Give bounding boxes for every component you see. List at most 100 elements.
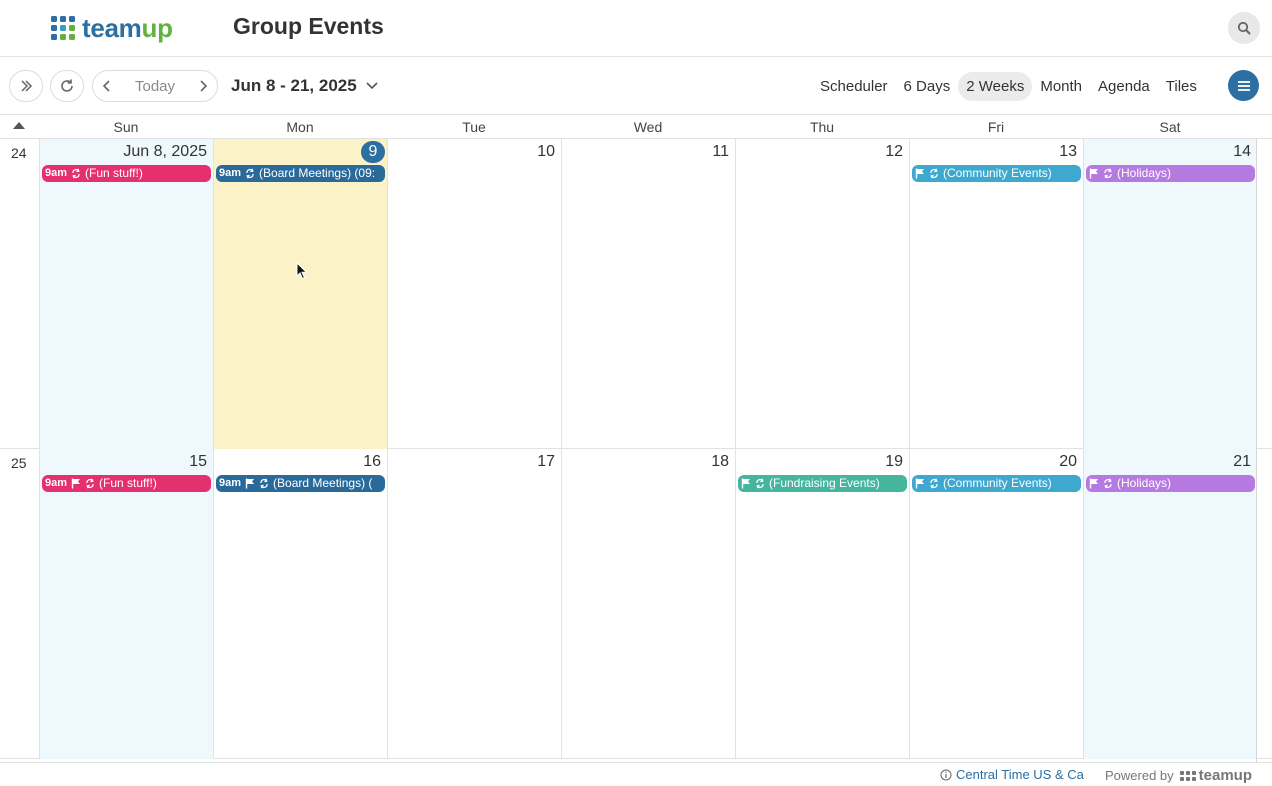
app-header: teamup Group Events <box>0 0 1272 57</box>
week-row: 25 15 9am (Fun stuff!) 16 9am (Board Meetings)… <box>0 449 1272 759</box>
day-cell[interactable]: 16 9am (Board Meetings) ( <box>213 449 387 759</box>
repeat-icon <box>930 478 938 489</box>
day-cell[interactable]: 14 (Holidays) <box>1083 139 1257 449</box>
day-header-wed: Wed <box>633 119 663 135</box>
event-chip[interactable]: 9am (Fun stuff!) <box>42 475 211 492</box>
logo-grid-icon <box>51 16 75 40</box>
view-agenda-button[interactable]: Agenda <box>1090 72 1158 101</box>
day-number[interactable]: 14 <box>1233 143 1251 161</box>
event-chip[interactable]: (Holidays) <box>1086 165 1255 182</box>
event-title: (Community Events) <box>943 166 1052 180</box>
event-chip[interactable]: (Holidays) <box>1086 475 1255 492</box>
week-number[interactable]: 25 <box>11 455 27 471</box>
event-title: (Fundraising Events) <box>769 476 880 490</box>
event-title: (Board Meetings) (09: <box>259 166 376 180</box>
repeat-icon <box>756 478 764 489</box>
day-header-tue: Tue <box>462 119 486 135</box>
day-cell[interactable]: 13 (Community Events) <box>909 139 1083 449</box>
event-time: 9am <box>45 167 68 179</box>
view-6-days-button[interactable]: 6 Days <box>896 72 959 101</box>
day-cell[interactable]: 20 (Community Events) <box>909 449 1083 759</box>
flag-icon <box>741 478 750 489</box>
day-number[interactable]: 18 <box>711 453 729 471</box>
event-time: 9am <box>219 477 242 489</box>
week-row: 24 Jun 8, 2025 9am (Fun stuff!) 9 9am (Board M… <box>0 139 1272 449</box>
repeat-icon <box>260 478 268 489</box>
day-of-week-header: Sun Mon Tue Wed Thu Fri Sat <box>0 115 1272 139</box>
scrollbar-edge <box>1256 139 1257 762</box>
day-cell[interactable]: 9 9am (Board Meetings) (09: <box>213 139 387 449</box>
mouse-cursor-icon <box>296 262 308 280</box>
page-title: Group Events <box>233 13 384 39</box>
calendar-grid: Sun Mon Tue Wed Thu Fri Sat 24 Jun 8, 2025 9am (F… <box>0 115 1272 762</box>
event-time: 9am <box>219 167 242 179</box>
day-number[interactable]: 20 <box>1059 453 1077 471</box>
day-number[interactable]: 12 <box>885 143 903 161</box>
day-number[interactable]: 13 <box>1059 143 1077 161</box>
event-title: (Holidays) <box>1117 166 1172 180</box>
view-scheduler-button[interactable]: Scheduler <box>812 72 896 101</box>
date-range-picker[interactable]: Jun 8 - 21, 2025 <box>231 76 379 96</box>
event-chip[interactable]: (Community Events) <box>912 475 1081 492</box>
event-chip[interactable]: 9am (Board Meetings) (09: <box>216 165 385 182</box>
day-cell[interactable]: 11 <box>561 139 735 449</box>
today-date-badge[interactable]: 9 <box>361 141 385 163</box>
repeat-icon <box>930 168 938 179</box>
day-cell[interactable]: 18 <box>561 449 735 759</box>
event-time: 9am <box>45 477 68 489</box>
timezone-label: Central Time US & Ca <box>956 767 1084 782</box>
day-header-sat: Sat <box>1159 119 1181 135</box>
repeat-icon <box>72 168 80 179</box>
view-2-weeks-button[interactable]: 2 Weeks <box>958 71 1033 101</box>
view-tiles-button[interactable]: Tiles <box>1158 72 1205 101</box>
day-cell[interactable]: 15 9am (Fun stuff!) <box>39 449 213 759</box>
event-chip[interactable]: 9am (Fun stuff!) <box>42 165 211 182</box>
day-cell[interactable]: 17 <box>387 449 561 759</box>
chevron-left-icon[interactable] <box>101 79 113 93</box>
event-chip[interactable]: 9am (Board Meetings) ( <box>216 475 385 492</box>
double-chevron-right-icon <box>21 80 33 92</box>
info-icon <box>940 769 952 780</box>
day-cell[interactable]: Jun 8, 2025 9am (Fun stuff!) <box>39 139 213 449</box>
day-cell[interactable]: 19 (Fundraising Events) <box>735 449 909 759</box>
flag-icon <box>1089 478 1098 489</box>
week-number[interactable]: 24 <box>11 145 27 161</box>
day-number[interactable]: 19 <box>885 453 903 471</box>
refresh-button[interactable] <box>50 70 84 102</box>
day-number[interactable]: 21 <box>1233 453 1251 471</box>
day-number[interactable]: 16 <box>363 453 381 471</box>
hamburger-icon <box>1237 80 1250 91</box>
flag-icon <box>245 478 255 489</box>
repeat-icon <box>246 168 254 179</box>
powered-by-label: Powered by <box>1105 768 1174 783</box>
view-month-button[interactable]: Month <box>1032 72 1090 101</box>
refresh-icon <box>61 79 73 92</box>
event-chip[interactable]: (Community Events) <box>912 165 1081 182</box>
day-cell[interactable]: 12 <box>735 139 909 449</box>
day-number[interactable]: 15 <box>189 453 207 471</box>
main-menu-button[interactable] <box>1228 70 1259 101</box>
powered-by-brand: teamup <box>1198 767 1252 784</box>
chevron-right-icon[interactable] <box>197 79 209 93</box>
event-title: (Fun stuff!) <box>85 166 143 180</box>
logo-text: teamup <box>82 12 173 43</box>
repeat-icon <box>86 478 94 489</box>
expand-sidebar-button[interactable] <box>9 70 43 102</box>
repeat-icon <box>1104 168 1112 179</box>
today-button[interactable]: Today <box>135 78 175 95</box>
day-number[interactable]: 11 <box>712 143 729 161</box>
day-cell[interactable]: 21 (Holidays) <box>1083 449 1257 759</box>
day-header-fri: Fri <box>987 119 1005 135</box>
collapse-up-icon[interactable] <box>13 122 25 129</box>
timezone-link[interactable]: Central Time US & Ca <box>940 767 1084 782</box>
event-chip[interactable]: (Fundraising Events) <box>738 475 907 492</box>
day-number[interactable]: 10 <box>537 143 555 161</box>
repeat-icon <box>1104 478 1112 489</box>
search-button[interactable] <box>1228 12 1260 44</box>
teamup-logo[interactable]: teamup <box>51 12 173 43</box>
day-number[interactable]: Jun 8, 2025 <box>123 143 207 161</box>
powered-by[interactable]: Powered by teamup <box>1105 767 1252 784</box>
day-cell[interactable]: 10 <box>387 139 561 449</box>
day-number[interactable]: 17 <box>537 453 555 471</box>
flag-icon <box>915 478 924 489</box>
